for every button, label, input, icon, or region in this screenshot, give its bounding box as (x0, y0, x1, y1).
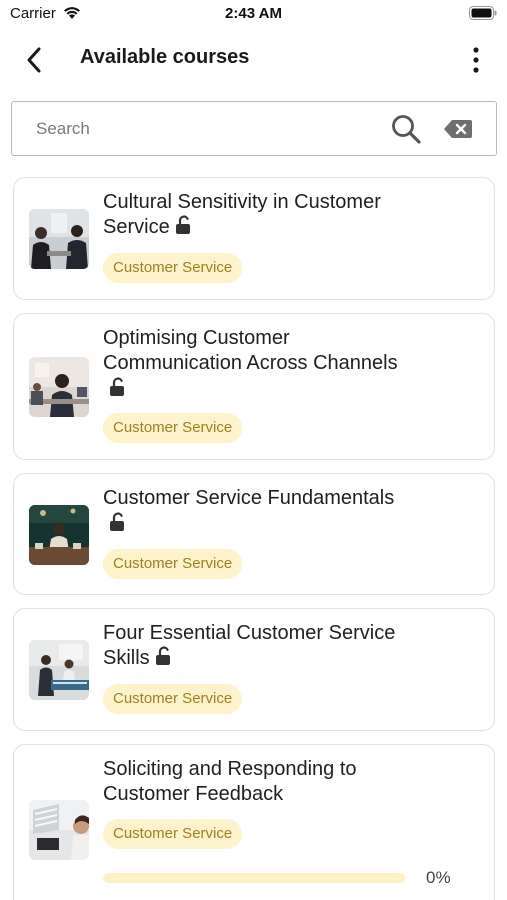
unlocked-icon (155, 646, 170, 665)
course-title-text: Cultural Sensitivity in Customer Service (103, 191, 381, 238)
course-title: Optimising Customer Communication Across… (103, 326, 433, 397)
course-title-text: Soliciting and Responding to Customer Fe… (103, 758, 357, 805)
search-bar (11, 101, 497, 156)
course-card[interactable]: Optimising Customer Communication Across… (13, 313, 495, 460)
clear-icon[interactable] (443, 118, 473, 140)
course-thumbnail (29, 640, 89, 700)
navigation-bar: Available courses (0, 34, 507, 84)
course-thumbnail (29, 209, 89, 269)
course-thumbnail (29, 800, 89, 860)
page-title: Available courses (80, 46, 250, 68)
unlocked-icon (110, 512, 124, 531)
course-progress-label: 0% (426, 868, 451, 887)
course-title-text: Optimising Customer Communication Across… (103, 327, 398, 374)
unlocked-icon (110, 377, 124, 396)
course-title: Four Essential Customer Service Skills (103, 621, 433, 671)
more-vertical-icon (473, 47, 479, 73)
course-card[interactable]: Four Essential Customer Service Skills C… (13, 608, 495, 731)
course-card[interactable]: Cultural Sensitivity in Customer Service… (13, 177, 495, 300)
search-input[interactable] (36, 117, 366, 141)
battery-icon (469, 6, 497, 20)
back-button[interactable] (16, 42, 52, 78)
course-title: Customer Service Fundamentals (103, 486, 433, 532)
course-thumbnail (29, 357, 89, 417)
status-bar: Carrier 2:43 AM (0, 0, 507, 28)
category-tag: Customer Service (103, 413, 243, 443)
chevron-left-icon (27, 47, 41, 73)
search-icon[interactable] (390, 113, 422, 145)
category-tag: Customer Service (103, 253, 243, 283)
unlocked-icon (175, 215, 190, 234)
course-thumbnail (29, 505, 89, 565)
category-tag: Customer Service (103, 684, 243, 714)
course-progress-bar (103, 873, 405, 883)
course-card[interactable]: Customer Service Fundamentals Customer S… (13, 473, 495, 595)
course-title: Soliciting and Responding to Customer Fe… (103, 757, 433, 807)
category-tag: Customer Service (103, 819, 243, 849)
course-title-text: Four Essential Customer Service Skills (103, 622, 396, 669)
clock: 2:43 AM (225, 5, 282, 22)
more-options-button[interactable] (463, 42, 489, 78)
category-tag: Customer Service (103, 549, 243, 579)
course-title-text: Customer Service Fundamentals (103, 487, 395, 509)
course-card[interactable]: Soliciting and Responding to Customer Fe… (13, 744, 495, 900)
course-title: Cultural Sensitivity in Customer Service (103, 190, 433, 240)
